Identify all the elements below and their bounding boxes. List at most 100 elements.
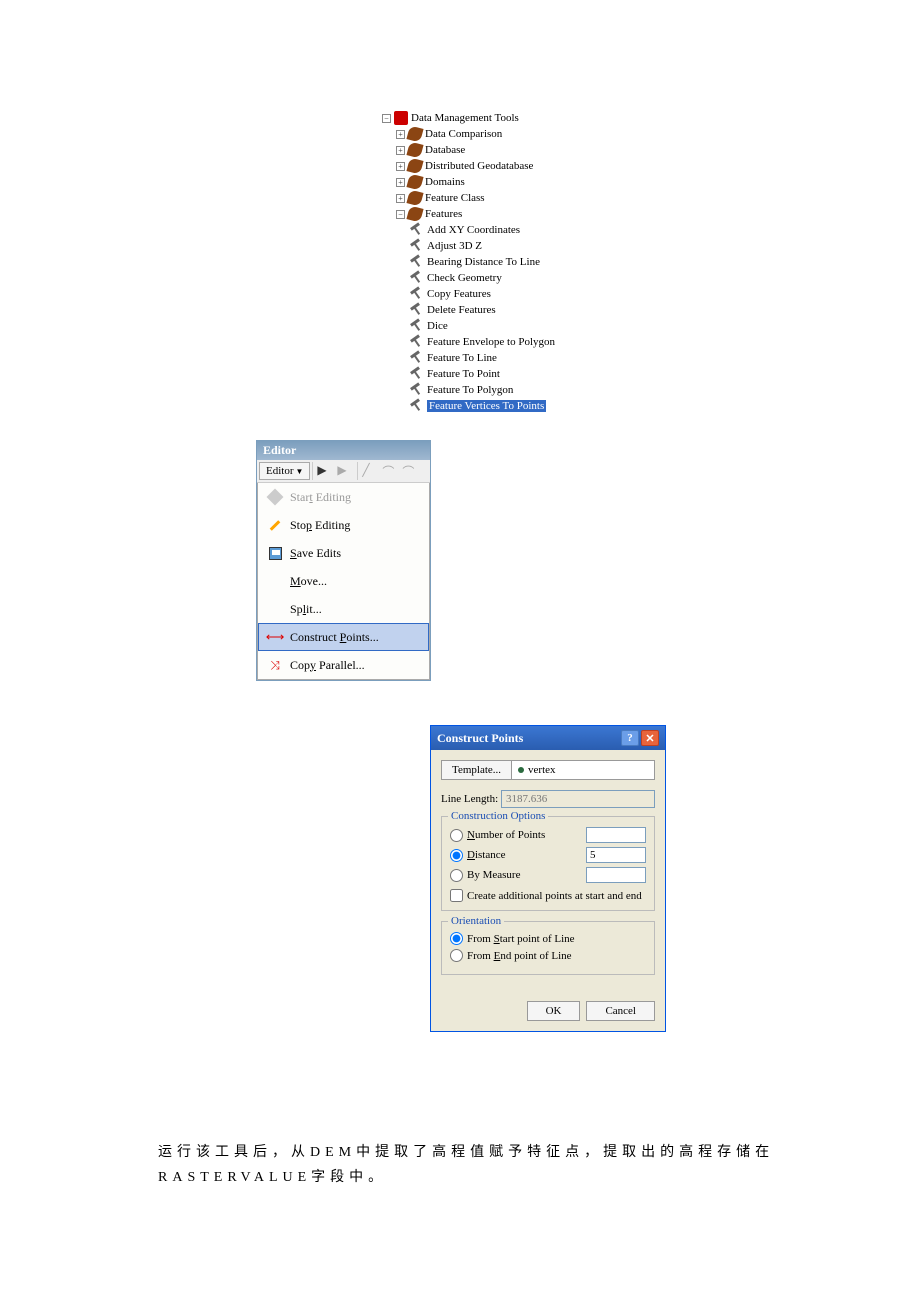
tree-child-features[interactable]: −Features: [382, 206, 555, 222]
editor-toolbar-window: Editor Editor▼ ▶ ▶ ╱ ⌒ ⌒ Start Editing S…: [256, 440, 431, 681]
tree-tool[interactable]: Check Geometry: [382, 270, 555, 286]
ok-button[interactable]: OK: [527, 1001, 581, 1021]
editor-window-title: Editor: [257, 441, 430, 460]
line-length-label: Line Length:: [441, 793, 501, 805]
collapse-icon[interactable]: −: [382, 114, 391, 123]
from-end-label: From End point of Line: [467, 950, 572, 962]
edit-annotation-icon[interactable]: ▶: [337, 463, 353, 479]
menu-stop-editing[interactable]: Stop Editing: [258, 511, 429, 539]
tool-icon: [410, 367, 424, 381]
menu-start-editing: Start Editing: [258, 483, 429, 511]
distance-label: Distance: [467, 849, 506, 861]
from-start-label: From Start point of Line: [467, 933, 575, 945]
tree-tool[interactable]: Dice: [382, 318, 555, 334]
number-of-points-input[interactable]: [586, 827, 646, 843]
distance-radio[interactable]: [450, 849, 463, 862]
toolset-icon: [406, 173, 423, 190]
dialog-title-text: Construct Points: [437, 731, 523, 746]
template-display: vertex: [512, 760, 655, 780]
tree-child[interactable]: +Feature Class: [382, 190, 555, 206]
expand-icon[interactable]: +: [396, 162, 405, 171]
tool-icon: [410, 239, 424, 253]
by-measure-input[interactable]: [586, 867, 646, 883]
template-button[interactable]: Template...: [441, 760, 512, 780]
tree-root-label: Data Management Tools: [411, 112, 519, 124]
cancel-button[interactable]: Cancel: [586, 1001, 655, 1021]
construct-points-dialog: Construct Points ? ✕ Template... vertex …: [430, 725, 666, 1032]
tree-child[interactable]: +Database: [382, 142, 555, 158]
by-measure-label: By Measure: [467, 869, 520, 881]
line-length-input: [501, 790, 655, 808]
catalog-tree: − Data Management Tools +Data Comparison…: [382, 110, 555, 414]
copy-parallel-icon: ⤨: [266, 656, 284, 674]
tool-icon: [410, 255, 424, 269]
expand-icon[interactable]: +: [396, 178, 405, 187]
expand-icon[interactable]: +: [396, 194, 405, 203]
toolset-icon: [406, 141, 423, 158]
from-end-radio[interactable]: [450, 949, 463, 962]
menu-save-edits[interactable]: Save Edits: [258, 539, 429, 567]
tree-tool[interactable]: Feature To Point: [382, 366, 555, 382]
tree-child[interactable]: +Data Comparison: [382, 126, 555, 142]
additional-points-checkbox[interactable]: [450, 889, 463, 902]
editor-toolbar: Editor▼ ▶ ▶ ╱ ⌒ ⌒: [257, 460, 430, 483]
orientation-group: Orientation From Start point of Line Fro…: [441, 921, 655, 975]
additional-points-label: Create additional points at start and en…: [467, 890, 642, 902]
number-of-points-label: Number of Points: [467, 829, 545, 841]
tool-icon: [410, 399, 424, 413]
orientation-legend: Orientation: [448, 915, 504, 927]
pencil-stop-icon: [266, 516, 284, 534]
number-of-points-radio[interactable]: [450, 829, 463, 842]
tool-icon: [410, 223, 424, 237]
tree-tool[interactable]: Feature Envelope to Polygon: [382, 334, 555, 350]
tree-tool[interactable]: Feature To Polygon: [382, 382, 555, 398]
menu-split[interactable]: Split...: [258, 595, 429, 623]
tool-icon: [410, 271, 424, 285]
dialog-titlebar[interactable]: Construct Points ? ✕: [431, 726, 665, 750]
vertex-symbol-icon: [518, 767, 524, 773]
trace-tool-icon[interactable]: ⌒: [402, 463, 418, 479]
tree-tool[interactable]: Bearing Distance To Line: [382, 254, 555, 270]
toolset-icon: [406, 205, 423, 222]
blank-icon: [266, 600, 284, 618]
close-button[interactable]: ✕: [641, 730, 659, 746]
collapse-icon[interactable]: −: [396, 210, 405, 219]
edit-tool-icon[interactable]: ▶: [317, 463, 333, 479]
menu-copy-parallel[interactable]: ⤨Copy Parallel...: [258, 651, 429, 679]
tree-tool[interactable]: Feature To Line: [382, 350, 555, 366]
tool-icon: [410, 383, 424, 397]
tool-icon: [410, 303, 424, 317]
toolbox-icon: [394, 111, 408, 125]
from-start-radio[interactable]: [450, 932, 463, 945]
menu-construct-points[interactable]: ⟷Construct Points...: [258, 623, 429, 651]
description-text: 运行该工具后，从DEM中提取了高程值赋予特征点，提取出的高程存储在 RASTER…: [158, 1140, 778, 1190]
line-tool-icon[interactable]: ╱: [362, 463, 378, 479]
pencil-icon: [266, 488, 284, 506]
tree-tool[interactable]: Add XY Coordinates: [382, 222, 555, 238]
tree-root-node[interactable]: − Data Management Tools: [382, 110, 555, 126]
construction-options-group: Construction Options Number of Points Di…: [441, 816, 655, 911]
tree-tool[interactable]: Adjust 3D Z: [382, 238, 555, 254]
tree-tool[interactable]: Copy Features: [382, 286, 555, 302]
tool-icon: [410, 319, 424, 333]
blank-icon: [266, 572, 284, 590]
by-measure-radio[interactable]: [450, 869, 463, 882]
separator: [312, 462, 313, 480]
arc-tool-icon[interactable]: ⌒: [382, 463, 398, 479]
tool-icon: [410, 335, 424, 349]
distance-input[interactable]: [586, 847, 646, 863]
menu-move[interactable]: Move...: [258, 567, 429, 595]
expand-icon[interactable]: +: [396, 146, 405, 155]
toolset-icon: [406, 125, 423, 142]
tree-child[interactable]: +Domains: [382, 174, 555, 190]
expand-icon[interactable]: +: [396, 130, 405, 139]
separator: [357, 462, 358, 480]
editor-dropdown-button[interactable]: Editor▼: [259, 462, 310, 480]
construction-options-legend: Construction Options: [448, 810, 548, 822]
tree-tool-selected[interactable]: Feature Vertices To Points: [382, 398, 555, 414]
help-button[interactable]: ?: [621, 730, 639, 746]
toolset-icon: [406, 189, 423, 206]
toolset-icon: [406, 157, 423, 174]
tree-child[interactable]: +Distributed Geodatabase: [382, 158, 555, 174]
tree-tool[interactable]: Delete Features: [382, 302, 555, 318]
